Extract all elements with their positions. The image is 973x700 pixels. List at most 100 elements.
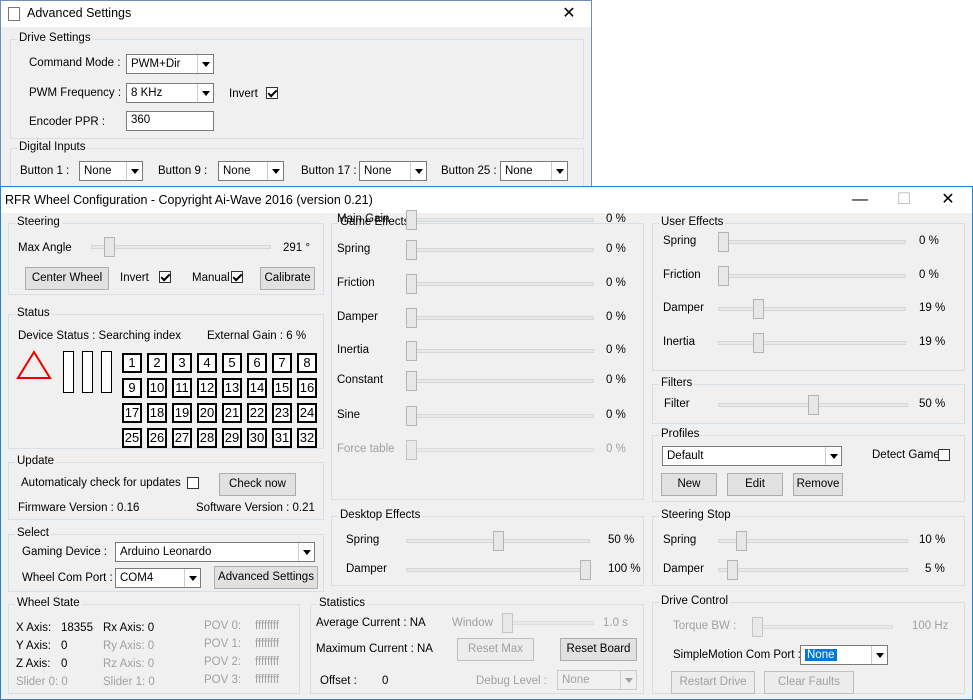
- button-17-select[interactable]: None: [359, 161, 427, 181]
- offset-label: Offset :: [320, 675, 357, 687]
- desktop-damper-value: 100 %: [608, 563, 641, 575]
- slider-thumb[interactable]: [735, 531, 747, 551]
- new-profile-button[interactable]: New: [661, 473, 717, 496]
- slider-thumb[interactable]: [405, 210, 417, 230]
- slider-thumb[interactable]: [104, 237, 116, 257]
- stop-spring-value: 10 %: [919, 534, 946, 546]
- desktop-damper-slider[interactable]: [406, 560, 592, 580]
- user-spring-label: Spring: [663, 235, 697, 247]
- pov1-value: ffffffff: [255, 638, 280, 650]
- restart-drive-button[interactable]: Restart Drive: [671, 671, 755, 694]
- game-friction-value: 0 %: [606, 277, 626, 289]
- invert-checkbox[interactable]: [159, 271, 171, 283]
- user-damper-label: Damper: [663, 302, 704, 314]
- slider-thumb[interactable]: [405, 240, 417, 260]
- stop-damper-slider[interactable]: [718, 560, 908, 580]
- detect-game-checkbox[interactable]: [938, 449, 950, 461]
- average-current: Average Current : NA: [316, 617, 426, 629]
- game-main-gain-slider[interactable]: [405, 210, 594, 230]
- window-slider[interactable]: [501, 613, 594, 633]
- calibrate-button[interactable]: Calibrate: [260, 267, 315, 290]
- max-angle-value: 291 °: [283, 242, 310, 254]
- pov2-value: ffffffff: [255, 656, 280, 668]
- button-indicator-26: 26: [147, 428, 167, 448]
- gaming-device-select[interactable]: Arduino Leonardo: [115, 542, 315, 562]
- simplemotion-port-select[interactable]: None: [800, 645, 888, 665]
- slider-thumb[interactable]: [501, 613, 513, 633]
- game-spring-slider[interactable]: [405, 240, 594, 260]
- title-bar: RFR Wheel Configuration - Copyright Ai-W…: [1, 187, 972, 213]
- stop-spring-slider[interactable]: [718, 531, 908, 551]
- slider-thumb[interactable]: [580, 560, 592, 580]
- command-mode-select[interactable]: PWM+Dir: [126, 54, 214, 74]
- slider-thumb[interactable]: [751, 617, 763, 637]
- reset-max-button[interactable]: Reset Max: [457, 638, 534, 661]
- desktop-spring-slider[interactable]: [406, 531, 590, 551]
- game-sine-slider[interactable]: [405, 406, 594, 426]
- manual-checkbox[interactable]: [231, 271, 243, 283]
- maximum-current: Maximum Current : NA: [316, 643, 433, 655]
- center-wheel-button[interactable]: Center Wheel: [25, 267, 109, 290]
- slider-thumb[interactable]: [753, 333, 765, 353]
- slider-thumb[interactable]: [808, 395, 819, 415]
- slider-thumb[interactable]: [405, 341, 417, 361]
- button-indicator-15: 15: [272, 378, 292, 398]
- user-damper-slider[interactable]: [718, 299, 906, 319]
- x-axis-value: 18355: [61, 622, 93, 634]
- chevron-down-icon: [410, 162, 426, 180]
- slider-thumb[interactable]: [405, 308, 417, 328]
- advanced-settings-button[interactable]: Advanced Settings: [214, 566, 318, 589]
- game-damper-slider[interactable]: [405, 308, 594, 328]
- maximize-icon[interactable]: ☐: [882, 187, 926, 213]
- button-9-select[interactable]: None: [218, 161, 284, 181]
- remove-profile-button[interactable]: Remove: [793, 473, 843, 496]
- slider-thumb[interactable]: [405, 440, 417, 460]
- slider-thumb[interactable]: [753, 299, 765, 319]
- slider-thumb[interactable]: [405, 406, 417, 426]
- edit-profile-button[interactable]: Edit: [727, 473, 783, 496]
- button-indicator-31: 31: [272, 428, 292, 448]
- torque-bw-slider[interactable]: [751, 617, 893, 637]
- slider-thumb[interactable]: [717, 232, 729, 252]
- reset-board-button[interactable]: Reset Board: [560, 638, 637, 661]
- close-icon[interactable]: ✕: [547, 1, 591, 27]
- close-icon[interactable]: ✕: [926, 187, 970, 213]
- select-group: Select Gaming Device : Arduino Leonardo …: [8, 527, 324, 592]
- slider-thumb[interactable]: [717, 266, 729, 286]
- minimize-icon[interactable]: —: [838, 187, 882, 213]
- game-damper-label: Damper: [337, 311, 378, 323]
- user-friction-slider[interactable]: [717, 266, 906, 286]
- desktop-spring-label: Spring: [346, 534, 380, 546]
- window-value: 1.0 s: [603, 617, 628, 629]
- max-angle-slider[interactable]: [91, 237, 271, 257]
- game-force-table-slider[interactable]: [405, 440, 594, 460]
- debug-level-select[interactable]: None: [557, 670, 637, 690]
- slider-thumb[interactable]: [726, 560, 738, 580]
- slider-thumb[interactable]: [405, 371, 417, 391]
- axis-bar-3: [101, 351, 112, 393]
- group-label: Profiles: [659, 428, 702, 440]
- invert-checkbox[interactable]: [266, 87, 278, 99]
- auto-check-checkbox[interactable]: [187, 477, 199, 489]
- button-25-select[interactable]: None: [500, 161, 568, 181]
- game-friction-slider[interactable]: [405, 274, 594, 294]
- filter-slider[interactable]: [718, 395, 908, 415]
- check-now-button[interactable]: Check now: [219, 473, 296, 496]
- group-label: Desktop Effects: [338, 509, 423, 521]
- slider-thumb[interactable]: [493, 531, 504, 551]
- slider-thumb[interactable]: [405, 274, 417, 294]
- clear-faults-button[interactable]: Clear Faults: [764, 671, 854, 694]
- drive-settings-group: Drive Settings Command Mode : PWM+Dir PW…: [10, 32, 584, 139]
- game-constant-slider[interactable]: [405, 371, 594, 391]
- button-indicator-9: 9: [122, 378, 142, 398]
- button-1-select[interactable]: None: [79, 161, 143, 181]
- user-inertia-slider[interactable]: [718, 333, 906, 353]
- encoder-ppr-input[interactable]: 360: [126, 111, 214, 131]
- wheel-com-port-select[interactable]: COM4: [115, 568, 201, 588]
- profile-select[interactable]: Default: [662, 446, 842, 466]
- select-value: None: [805, 649, 837, 661]
- user-spring-slider[interactable]: [717, 232, 906, 252]
- game-inertia-slider[interactable]: [405, 341, 594, 361]
- button-indicator-16: 16: [297, 378, 317, 398]
- pwm-frequency-select[interactable]: 8 KHz: [126, 83, 214, 103]
